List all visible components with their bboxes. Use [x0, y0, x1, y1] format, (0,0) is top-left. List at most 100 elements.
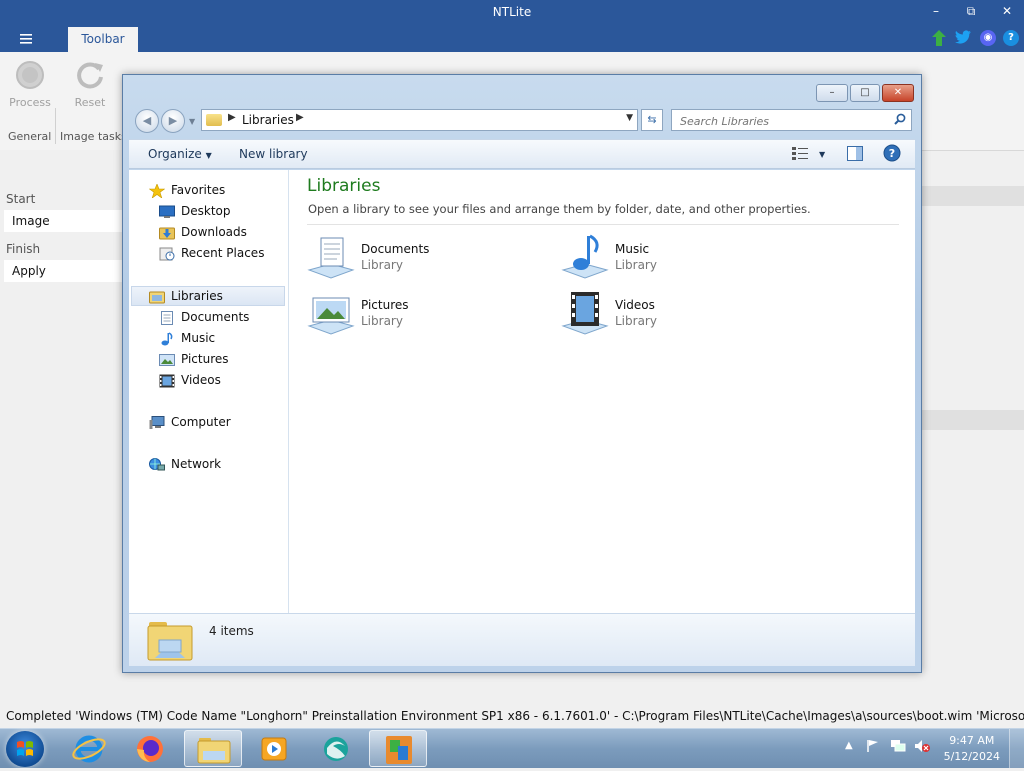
process-icon	[15, 60, 45, 90]
ribbon-group-general: General	[8, 130, 52, 143]
address-dropdown-icon[interactable]: ▼	[626, 113, 633, 123]
clock-time: 9:47 AM	[949, 734, 995, 747]
organize-label: Organize	[148, 147, 202, 161]
network-tray-icon[interactable]	[890, 739, 906, 756]
content-divider	[307, 224, 899, 225]
taskbar-windows-explorer[interactable]	[184, 730, 242, 767]
taskbar-browser[interactable]	[307, 730, 365, 767]
libraries-icon	[149, 290, 165, 304]
change-view-icon[interactable]	[792, 146, 808, 163]
nav-downloads-label: Downloads	[181, 225, 247, 239]
ntlite-maximize-button[interactable]: ⧉	[959, 4, 983, 20]
help-icon[interactable]: ?	[883, 144, 901, 165]
star-icon	[148, 182, 166, 199]
nav-downloads[interactable]: Downloads	[159, 222, 247, 242]
library-type: Library	[361, 314, 403, 328]
reset-button[interactable]: Reset	[62, 60, 118, 109]
show-hidden-icons-button[interactable]: ▲	[845, 740, 853, 751]
back-button[interactable]: ◀	[135, 109, 159, 133]
show-desktop-button[interactable]	[1009, 729, 1024, 768]
start-button[interactable]	[6, 731, 44, 767]
nav-desktop-label: Desktop	[181, 204, 231, 218]
content-pane: Libraries Open a library to see your fil…	[289, 170, 915, 613]
nav-favorites[interactable]: Favorites	[148, 180, 226, 200]
preview-pane-icon[interactable]	[847, 146, 863, 164]
libraries-folder-icon	[147, 622, 193, 661]
ntlite-list-header	[921, 186, 1024, 206]
nav-libraries[interactable]: Libraries	[149, 286, 223, 306]
update-arrow-icon[interactable]	[931, 30, 947, 46]
computer-icon	[149, 415, 165, 430]
library-item-videos[interactable]: Videos Library	[561, 290, 761, 338]
desktop-icon	[159, 205, 175, 219]
ntlite-window-title: NTLite	[492, 5, 532, 19]
process-label: Process	[9, 96, 51, 109]
recent-pages-dropdown[interactable]: ▼	[189, 117, 195, 126]
taskbar-ntlite[interactable]	[369, 730, 427, 767]
system-clock[interactable]: 9:47 AM 5/12/2024	[944, 733, 1000, 765]
discord-icon[interactable]: ◉	[980, 30, 996, 46]
taskbar: ▲ 9:47 AM 5/12/2024	[0, 728, 1024, 768]
ntlite-minimize-button[interactable]: –	[924, 4, 948, 20]
nav-computer-label: Computer	[171, 415, 231, 429]
taskbar-internet-explorer[interactable]	[60, 730, 118, 767]
library-type: Library	[615, 314, 657, 328]
nav-favorites-label: Favorites	[171, 183, 226, 197]
search-box[interactable]	[671, 109, 912, 131]
nav-music[interactable]: Music	[159, 328, 215, 348]
twitter-icon[interactable]	[955, 30, 971, 46]
navigation-pane: Favorites Desktop Downloads Recent Place…	[129, 170, 289, 613]
network-icon	[149, 457, 165, 472]
taskbar-media-player[interactable]	[245, 730, 303, 767]
organize-dropdown-icon: ▼	[205, 151, 212, 160]
address-bar[interactable]: ▶ Libraries ▶ ▼	[201, 109, 638, 131]
explorer-window: – □ ✕ ◀ ▶ ▼ ▶ Libraries ▶ ▼ ⇆ Organize ▼…	[122, 74, 922, 673]
library-name: Pictures	[361, 298, 409, 312]
content-subtitle: Open a library to see your files and arr…	[308, 202, 811, 216]
taskbar-firefox[interactable]	[121, 730, 179, 767]
sidebar-item-apply[interactable]: Apply	[4, 260, 130, 282]
library-item-documents[interactable]: Documents Library	[307, 234, 507, 282]
downloads-folder-icon	[159, 226, 175, 240]
hamburger-icon[interactable]	[20, 32, 32, 48]
organize-button[interactable]: Organize ▼	[148, 147, 212, 161]
library-item-pictures[interactable]: Pictures Library	[307, 290, 507, 338]
sidebar-item-image[interactable]: Image	[4, 210, 130, 232]
ntlite-titlebar: NTLite – ⧉ ✕ Toolbar ◉ ?	[0, 0, 1024, 52]
search-icon[interactable]	[894, 113, 906, 125]
music-library-icon	[561, 234, 609, 279]
view-options-dropdown-icon[interactable]: ▼	[819, 150, 825, 159]
ntlite-close-button[interactable]: ✕	[995, 4, 1019, 20]
nav-documents-label: Documents	[181, 310, 250, 324]
nav-recent-places-label: Recent Places	[181, 246, 265, 260]
breadcrumb-libraries[interactable]: Libraries	[242, 113, 294, 127]
nav-documents[interactable]: Documents	[159, 307, 249, 327]
process-button[interactable]: Process	[2, 60, 58, 109]
nav-videos[interactable]: Videos	[159, 370, 221, 390]
nav-pictures[interactable]: Pictures	[159, 349, 229, 369]
ntlite-icon	[386, 736, 412, 764]
ntlite-list-row	[921, 410, 1024, 430]
nav-computer[interactable]: Computer	[149, 412, 231, 432]
sidebar-head-start: Start	[6, 192, 36, 206]
explorer-minimize-button[interactable]: –	[816, 84, 848, 102]
nav-desktop[interactable]: Desktop	[159, 201, 231, 221]
library-item-music[interactable]: Music Library	[561, 234, 761, 282]
nav-recent-places[interactable]: Recent Places	[159, 243, 264, 263]
tab-toolbar[interactable]: Toolbar	[68, 27, 138, 52]
action-center-flag-icon[interactable]	[866, 739, 880, 756]
ntlite-status-bar: Completed 'Windows (TM) Code Name "Longh…	[0, 704, 1024, 728]
volume-muted-icon[interactable]	[914, 739, 930, 756]
library-name: Documents	[361, 242, 430, 256]
nav-network[interactable]: Network	[149, 454, 221, 474]
breadcrumb-arrow-icon[interactable]: ▶	[228, 112, 236, 123]
new-library-button[interactable]: New library	[239, 147, 308, 161]
explorer-maximize-button[interactable]: □	[850, 84, 880, 102]
refresh-button[interactable]: ⇆	[641, 109, 663, 131]
documents-icon	[159, 310, 175, 325]
forward-button[interactable]: ▶	[161, 109, 185, 133]
search-input[interactable]	[678, 112, 882, 130]
explorer-close-button[interactable]: ✕	[882, 84, 914, 102]
breadcrumb-arrow-icon[interactable]: ▶	[296, 112, 304, 123]
help-icon[interactable]: ?	[1003, 30, 1019, 46]
